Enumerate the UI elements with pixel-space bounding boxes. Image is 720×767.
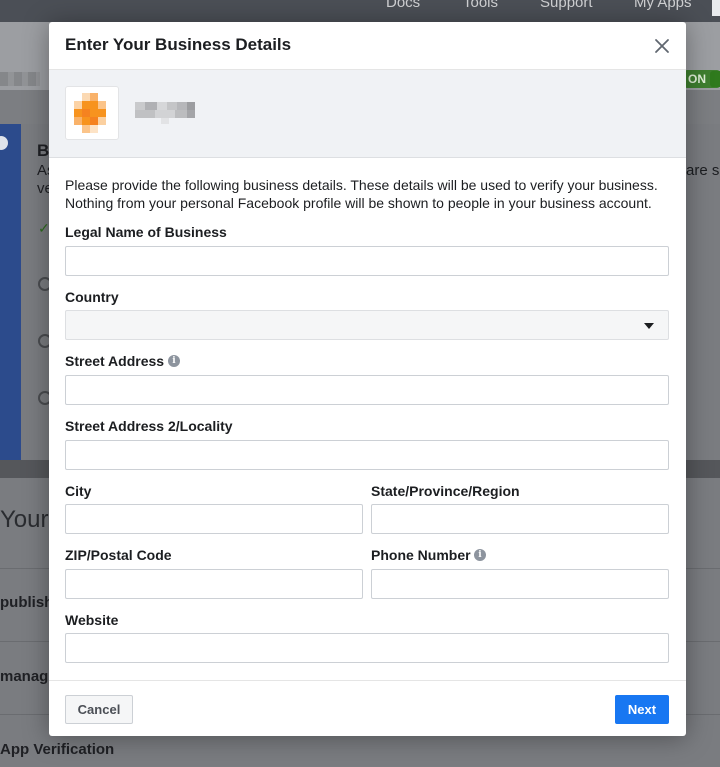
- info-icon[interactable]: i: [474, 549, 486, 561]
- top-navigation-bar: Docs Tools Support My Apps: [0, 0, 720, 22]
- next-button[interactable]: Next: [615, 695, 669, 724]
- street-address-2-input[interactable]: [65, 440, 669, 470]
- business-details-dialog: Enter Your Business Details Please provi…: [49, 22, 686, 736]
- app-name-redacted: [0, 72, 40, 86]
- chevron-down-icon: [644, 323, 654, 329]
- card-accent-bar: [0, 124, 21, 460]
- state-label: State/Province/Region: [371, 483, 520, 499]
- nav-tools-link[interactable]: Tools: [463, 0, 498, 11]
- info-icon[interactable]: i: [168, 355, 180, 367]
- app-icon: [65, 86, 119, 140]
- country-select[interactable]: [65, 310, 669, 340]
- checkmark-icon: ✓: [38, 220, 50, 236]
- city-input[interactable]: [65, 504, 363, 534]
- toggle-label: ON: [688, 72, 706, 86]
- list-item[interactable]: manag: [0, 668, 48, 685]
- card-heading: B: [37, 141, 50, 160]
- phone-label: Phone Number: [371, 547, 471, 563]
- country-label: Country: [65, 289, 119, 305]
- website-input[interactable]: [65, 633, 669, 663]
- legal-name-label: Legal Name of Business: [65, 224, 227, 240]
- background-text: are s: [686, 162, 720, 179]
- dialog-body: Please provide the following business de…: [49, 158, 686, 212]
- list-item[interactable]: publish: [0, 594, 53, 611]
- legal-name-input[interactable]: [65, 246, 669, 276]
- website-label: Website: [65, 612, 119, 628]
- zip-input[interactable]: [65, 569, 363, 599]
- close-icon[interactable]: [653, 37, 671, 55]
- zip-label: ZIP/Postal Code: [65, 547, 172, 563]
- street-address-input[interactable]: [65, 375, 669, 405]
- info-icon: [0, 136, 8, 150]
- dialog-footer: Cancel Next: [49, 680, 686, 736]
- street-address-label: Street Address: [65, 353, 165, 369]
- dialog-header: Enter Your Business Details: [49, 22, 686, 70]
- cancel-button[interactable]: Cancel: [65, 695, 133, 724]
- nav-docs-link[interactable]: Docs: [386, 0, 420, 11]
- list-item[interactable]: App Verification: [0, 741, 114, 758]
- city-label: City: [65, 483, 92, 499]
- dialog-title: Enter Your Business Details: [65, 35, 292, 54]
- state-input[interactable]: [371, 504, 669, 534]
- nav-my-apps-link[interactable]: My Apps: [634, 0, 692, 11]
- phone-input[interactable]: [371, 569, 669, 599]
- app-banner: [49, 70, 686, 158]
- intro-text: Please provide the following business de…: [65, 177, 658, 211]
- street-address-2-label: Street Address 2/Locality: [65, 418, 233, 434]
- live-mode-toggle[interactable]: ON: [684, 70, 720, 88]
- profile-button[interactable]: [712, 0, 720, 16]
- section-title: Your: [0, 506, 49, 533]
- toggle-knob: [710, 71, 720, 87]
- nav-support-link[interactable]: Support: [540, 0, 593, 11]
